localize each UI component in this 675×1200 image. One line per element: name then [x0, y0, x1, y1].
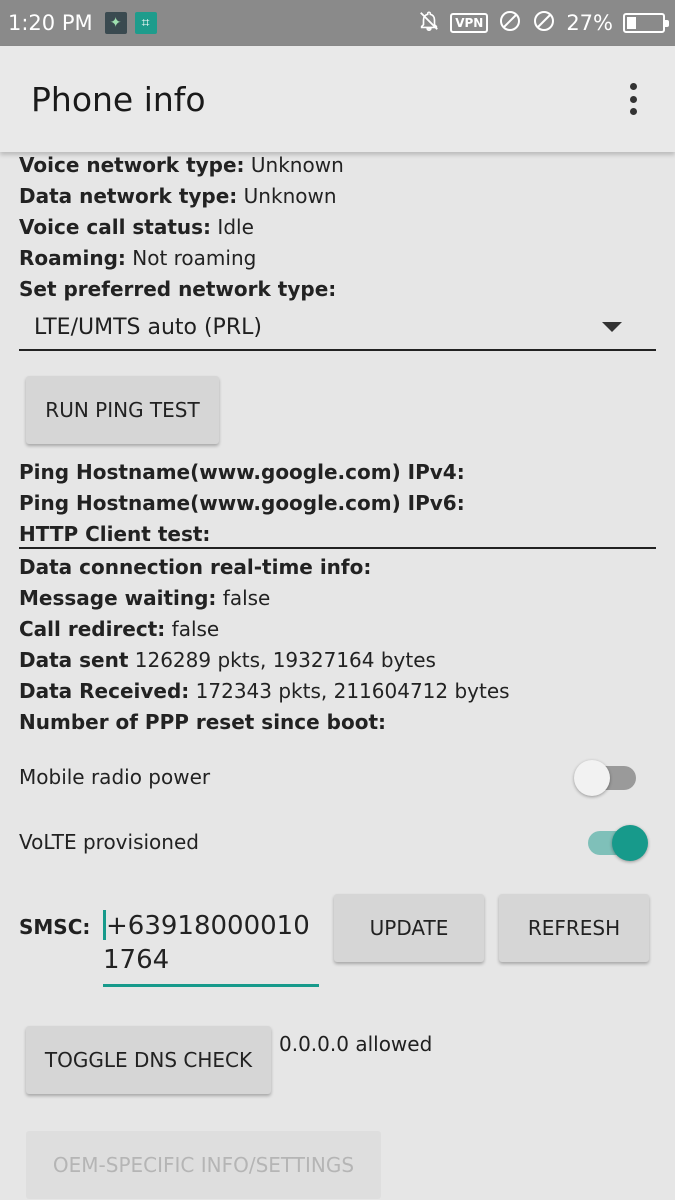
oem-specific-settings-button[interactable]: OEM-SPECIFIC INFO/SETTINGS [26, 1131, 381, 1199]
voice-call-status: Voice call status: Idle [19, 215, 254, 239]
ping-ipv4: Ping Hostname(www.google.com) IPv4: [19, 460, 465, 484]
voice-network-type: Voice network type: Unknown [19, 153, 344, 177]
smsc-input[interactable]: +639180000101764 [103, 907, 319, 987]
smsc-label: SMSC: [19, 915, 91, 939]
page-title: Phone info [31, 79, 206, 119]
ping-ipv6: Ping Hostname(www.google.com) IPv6: [19, 491, 465, 515]
switch-thumb [574, 760, 610, 796]
status-time: 1:20 PM [8, 11, 93, 35]
preferred-network-dropdown[interactable]: LTE/UMTS auto (PRL) [19, 305, 656, 351]
roaming-status: Roaming: Not roaming [19, 246, 257, 270]
mobile-radio-power-switch[interactable] [574, 758, 644, 798]
smsc-value: +639180000101764 [103, 911, 310, 975]
dropdown-arrow-icon [602, 322, 622, 332]
screenshot-icon: ⌗ [134, 12, 157, 34]
blocked-icon [498, 9, 522, 38]
data-received: Data Received: 172343 pkts, 211604712 by… [19, 679, 510, 703]
run-ping-test-button[interactable]: RUN PING TEST [26, 376, 219, 444]
notifications-off-icon [418, 10, 440, 37]
data-connection-realtime: Data connection real-time info: [19, 555, 372, 579]
preferred-network-value: LTE/UMTS auto (PRL) [34, 315, 262, 340]
battery-percent: 27% [566, 11, 613, 35]
battery-icon [623, 13, 669, 33]
mobile-radio-power-label: Mobile radio power [19, 765, 211, 789]
data-network-type: Data network type: Unknown [19, 184, 337, 208]
more-vert-icon[interactable] [623, 79, 643, 119]
app-bar: Phone info [0, 46, 675, 152]
toggle-dns-check-button[interactable]: TOGGLE DNS CHECK [26, 1026, 271, 1094]
status-bar: 1:20 PM ✦ ⌗ VPN 27% [0, 0, 675, 46]
vpn-icon: VPN [450, 13, 489, 33]
blocked-icon [532, 9, 556, 38]
volte-provisioned-switch[interactable] [584, 823, 654, 863]
switch-thumb [612, 825, 648, 861]
preferred-network-label: Set preferred network type: [19, 277, 337, 301]
dns-status: 0.0.0.0 allowed [279, 1032, 433, 1056]
volte-provisioned-label: VoLTE provisioned [19, 830, 199, 854]
app-notification-icon: ✦ [104, 12, 127, 34]
update-button[interactable]: UPDATE [334, 894, 484, 962]
refresh-button[interactable]: REFRESH [499, 894, 649, 962]
call-redirect: Call redirect: false [19, 617, 220, 641]
http-client-test: HTTP Client test: [19, 522, 211, 546]
divider [19, 547, 656, 549]
ppp-reset-count: Number of PPP reset since boot: [19, 710, 387, 734]
battery-level [627, 17, 637, 29]
message-waiting: Message waiting: false [19, 586, 271, 610]
data-sent: Data sent 126289 pkts, 19327164 bytes [19, 648, 436, 672]
